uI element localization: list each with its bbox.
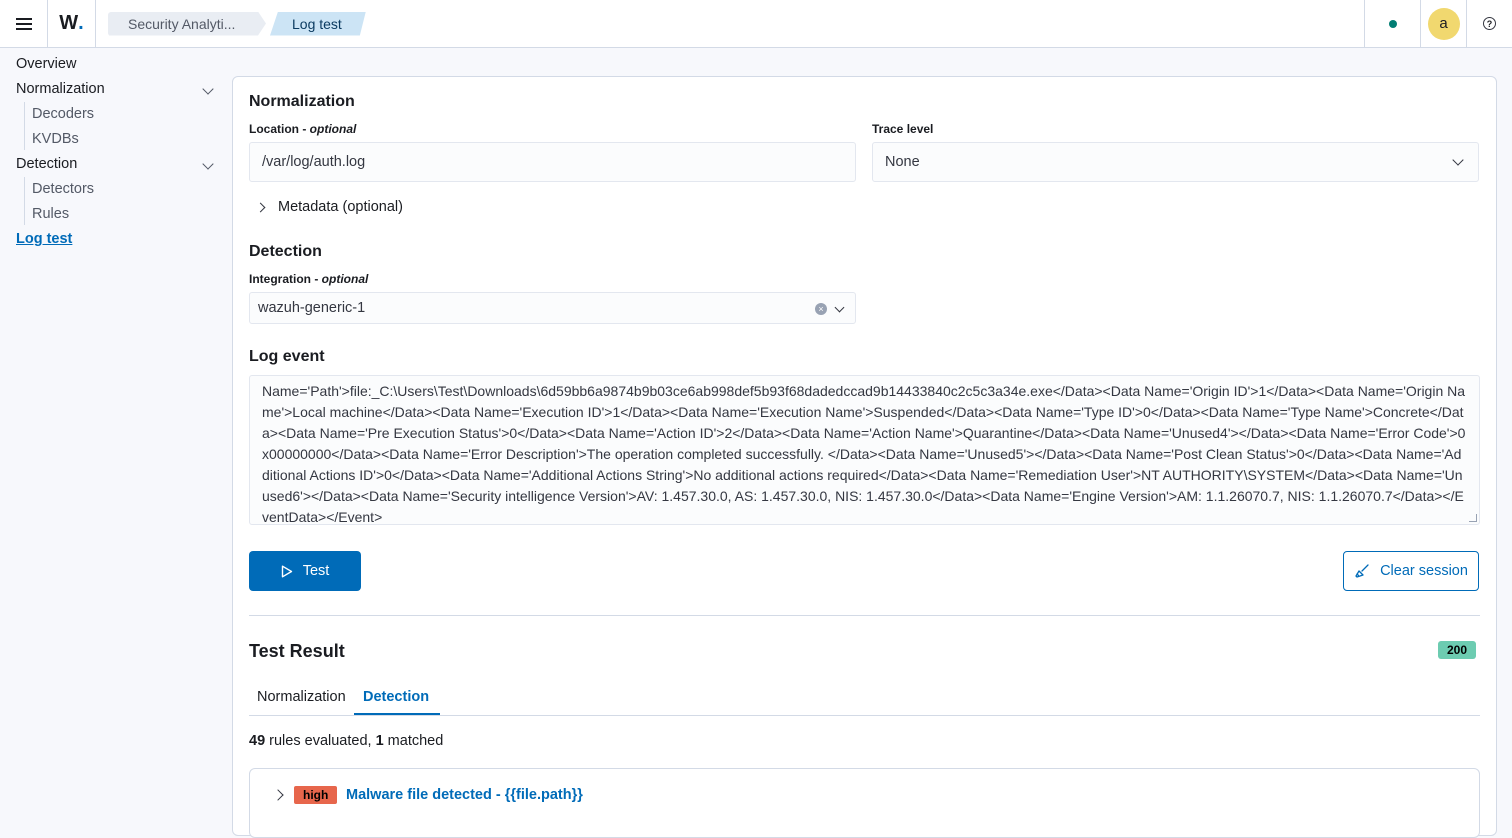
chevron-down-icon xyxy=(1452,154,1464,166)
active-tab-indicator xyxy=(354,713,440,715)
avatar: a xyxy=(1427,7,1460,40)
tab-detection[interactable]: Detection xyxy=(363,689,429,705)
rules-matched-text: matched xyxy=(383,733,444,749)
trace-level-label: Trace level xyxy=(872,122,934,136)
location-label-text: Location xyxy=(249,122,299,136)
nav-tree-line xyxy=(24,177,25,225)
wazuh-logo[interactable]: W. xyxy=(48,0,96,47)
logo-dot: . xyxy=(78,12,84,34)
detection-heading: Detection xyxy=(249,243,322,260)
chevron-down-icon[interactable] xyxy=(202,83,214,95)
chevron-down-icon[interactable] xyxy=(202,158,214,170)
hamburger-icon xyxy=(15,22,32,25)
help-icon: ? xyxy=(1483,17,1496,30)
chevron-right-icon[interactable] xyxy=(272,789,284,801)
clear-session-label: Clear session xyxy=(1380,563,1468,579)
sidebar-nav: Overview Normalization Decoders KVDBs De… xyxy=(0,48,232,822)
test-result-heading: Test Result xyxy=(249,641,345,661)
location-label: Location - optional xyxy=(249,122,357,136)
clear-session-button[interactable]: Clear session xyxy=(1343,551,1479,591)
status-dot-icon xyxy=(1388,19,1397,28)
location-value: /var/log/auth.log xyxy=(262,154,366,170)
section-divider xyxy=(249,615,1480,616)
clear-icon[interactable]: × xyxy=(815,303,827,315)
location-optional-text: optional xyxy=(309,122,357,136)
integration-label: Integration - optional xyxy=(249,272,369,286)
integration-label-text: Integration xyxy=(249,272,311,286)
header-right: a ? xyxy=(1364,0,1512,47)
matched-rule-accordion[interactable]: high Malware file detected - {{file.path… xyxy=(249,768,1480,838)
sidebar-item-rules[interactable]: Rules xyxy=(32,206,69,222)
sidebar-item-overview[interactable]: Overview xyxy=(16,56,76,72)
rules-evaluated-count: 49 xyxy=(249,733,266,749)
status-badge: 200 xyxy=(1438,641,1477,659)
nav-tree-line xyxy=(24,102,25,150)
breadcrumb: Security Analyti... Log test xyxy=(108,12,366,36)
rules-matched-count: 1 xyxy=(375,733,384,749)
top-header: W. Security Analyti... Log test a ? xyxy=(0,0,1512,48)
play-icon xyxy=(281,565,292,577)
sidebar-item-detection[interactable]: Detection xyxy=(16,156,77,172)
broom-icon xyxy=(1355,564,1369,578)
integration-value: wazuh-generic-1 xyxy=(258,300,366,316)
rules-summary: 49 rules evaluated, 1 matched xyxy=(249,733,443,749)
rules-evaluated-text: rules evaluated, xyxy=(265,733,376,749)
integration-combobox[interactable]: wazuh-generic-1 × xyxy=(249,292,856,324)
rule-title-link[interactable]: Malware file detected - {{file.path}} xyxy=(346,787,583,803)
logo-letter: W xyxy=(59,12,79,34)
severity-badge: high xyxy=(294,786,338,804)
tab-normalization[interactable]: Normalization xyxy=(257,689,346,705)
log-event-text: Name='Path'>file:_C:\Users\Test\Download… xyxy=(262,383,1466,525)
normalization-heading: Normalization xyxy=(249,93,355,110)
metadata-toggle-label: Metadata (optional) xyxy=(278,199,403,215)
trace-level-select[interactable]: None xyxy=(872,142,1479,182)
resize-handle[interactable] xyxy=(1469,514,1477,522)
sidebar-item-log-test[interactable]: Log test xyxy=(16,231,72,247)
user-menu-button[interactable]: a xyxy=(1420,0,1466,47)
sidebar-item-kvdbs[interactable]: KVDBs xyxy=(32,131,79,147)
integration-optional-text: optional xyxy=(321,272,369,286)
result-tabs: Normalization Detection xyxy=(249,681,1480,716)
sidebar-item-decoders[interactable]: Decoders xyxy=(32,106,94,122)
menu-toggle-button[interactable] xyxy=(0,0,48,47)
location-input[interactable]: /var/log/auth.log xyxy=(249,142,856,182)
status-indicator[interactable] xyxy=(1364,0,1420,47)
help-button[interactable]: ? xyxy=(1466,0,1512,47)
log-event-heading: Log event xyxy=(249,348,325,365)
log-test-panel: Normalization Location - optional /var/l… xyxy=(232,76,1497,838)
test-button-label: Test xyxy=(302,563,330,579)
metadata-accordion-toggle[interactable]: Metadata (optional) xyxy=(255,199,403,215)
sidebar-item-normalization[interactable]: Normalization xyxy=(16,81,105,97)
chevron-down-icon[interactable] xyxy=(834,302,845,313)
breadcrumb-log-test: Log test xyxy=(270,12,366,36)
log-event-textarea[interactable]: Name='Path'>file:_C:\Users\Test\Download… xyxy=(249,375,1480,525)
test-button[interactable]: Test xyxy=(249,551,361,591)
sidebar-item-detectors[interactable]: Detectors xyxy=(32,181,94,197)
breadcrumb-security-analytics[interactable]: Security Analyti... xyxy=(108,12,266,36)
chevron-right-icon xyxy=(255,202,266,212)
trace-level-value: None xyxy=(885,154,920,170)
